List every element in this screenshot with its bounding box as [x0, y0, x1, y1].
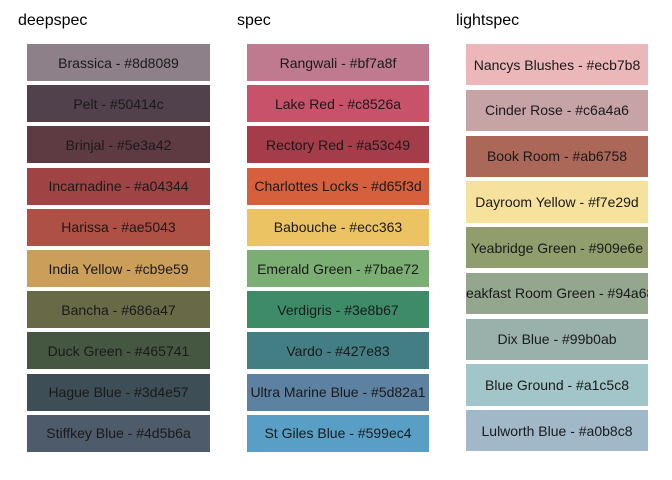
- swatch-spec-0: Rangwali - #bf7a8f: [247, 44, 429, 82]
- swatch-label: Book Room - #ab6758: [486, 148, 628, 165]
- swatch-label: Vardo - #427e83: [286, 342, 390, 359]
- swatch-spec-7: Vardo - #427e83: [247, 332, 429, 370]
- swatch-deepspec-8: Hague Blue - #3d4e57: [27, 373, 210, 411]
- swatch-deepspec-2: Brinjal - #5e3a42: [27, 126, 210, 164]
- swatch-label: Babouche - #ecc363: [273, 219, 403, 236]
- swatch-label: Breakfast Room Green - #94a68d: [466, 285, 648, 302]
- swatch-lightspec-8: Lulworth Blue - #a0b8c8: [466, 410, 648, 452]
- swatch-lightspec-1: Cinder Rose - #c6a4a6: [466, 89, 648, 131]
- swatch-deepspec-4: Harissa - #ae5043: [27, 208, 210, 246]
- swatch-label: Bancha - #686a47: [61, 301, 176, 318]
- swatch-label: Pelt - #50414c: [73, 95, 164, 112]
- swatch-spec-4: Babouche - #ecc363: [247, 208, 429, 246]
- swatch-lightspec-6: Dix Blue - #99b0ab: [466, 318, 648, 360]
- swatch-deepspec-3: Incarnadine - #a04344: [27, 167, 210, 205]
- swatch-spec-5: Emerald Green - #7bae72: [247, 250, 429, 288]
- swatch-label: Dayroom Yellow - #f7e29d: [475, 193, 639, 210]
- swatch-lightspec-5: Breakfast Room Green - #94a68d: [466, 272, 648, 315]
- swatch-label: Brinjal - #5e3a42: [65, 136, 172, 153]
- swatch-label: St Giles Blue - #599ec4: [264, 425, 412, 442]
- swatch-label: India Yellow - #cb9e59: [48, 260, 189, 277]
- swatch-label: Cinder Rose - #c6a4a6: [485, 102, 629, 119]
- swatch-deepspec-9: Stiffkey Blue - #4d5b6a: [27, 414, 210, 452]
- swatch-label: Brassica - #8d8089: [58, 54, 179, 71]
- swatch-label: Incarnadine - #a04344: [48, 178, 189, 195]
- swatch-label: Emerald Green - #7bae72: [257, 260, 419, 277]
- palette-title-deepspec: deepspec: [18, 12, 88, 29]
- swatch-deepspec-1: Pelt - #50414c: [27, 85, 210, 123]
- swatch-lightspec-2: Book Room - #ab6758: [466, 135, 648, 177]
- swatch-label: Lake Red - #c8526a: [274, 95, 402, 112]
- swatch-label: Dix Blue - #99b0ab: [497, 331, 617, 348]
- swatch-deepspec-7: Duck Green - #465741: [27, 332, 210, 370]
- swatch-label: Charlottes Locks - #d65f3d: [254, 178, 422, 195]
- swatch-label: Harissa - #ae5043: [61, 219, 176, 236]
- swatch-lightspec-0: Nancys Blushes - #ecb7b8: [466, 44, 648, 86]
- swatch-label: Hague Blue - #3d4e57: [48, 384, 189, 401]
- swatch-lightspec-3: Dayroom Yellow - #f7e29d: [466, 181, 648, 223]
- swatch-spec-2: Rectory Red - #a53c49: [247, 126, 429, 164]
- swatch-label: Yeabridge Green - #909e6e: [470, 239, 644, 256]
- swatch-spec-9: St Giles Blue - #599ec4: [247, 414, 429, 452]
- swatch-label: Lulworth Blue - #a0b8c8: [481, 422, 633, 439]
- swatch-label: Ultra Marine Blue - #5d82a1: [250, 384, 426, 401]
- swatch-lightspec-7: Blue Ground - #a1c5c8: [466, 364, 648, 406]
- swatch-label: Stiffkey Blue - #4d5b6a: [46, 425, 191, 442]
- swatch-label: Verdigris - #3e8b67: [277, 301, 399, 318]
- swatch-lightspec-4: Yeabridge Green - #909e6e: [466, 227, 648, 269]
- swatch-label: Nancys Blushes - #ecb7b8: [473, 56, 641, 73]
- swatch-spec-1: Lake Red - #c8526a: [247, 85, 429, 123]
- swatch-spec-3: Charlottes Locks - #d65f3d: [247, 167, 429, 205]
- swatch-label: Rangwali - #bf7a8f: [279, 54, 397, 71]
- palette-title-lightspec: lightspec: [456, 12, 520, 29]
- swatch-deepspec-6: Bancha - #686a47: [27, 291, 210, 329]
- swatch-spec-8: Ultra Marine Blue - #5d82a1: [247, 373, 429, 411]
- swatch-label: Duck Green - #465741: [47, 342, 190, 359]
- swatch-label: Blue Ground - #a1c5c8: [485, 377, 629, 394]
- swatch-label: Rectory Red - #a53c49: [266, 136, 410, 153]
- palette-title-spec: spec: [237, 12, 271, 29]
- swatch-deepspec-5: India Yellow - #cb9e59: [27, 250, 210, 288]
- swatch-spec-6: Verdigris - #3e8b67: [247, 291, 429, 329]
- swatch-deepspec-0: Brassica - #8d8089: [27, 44, 210, 82]
